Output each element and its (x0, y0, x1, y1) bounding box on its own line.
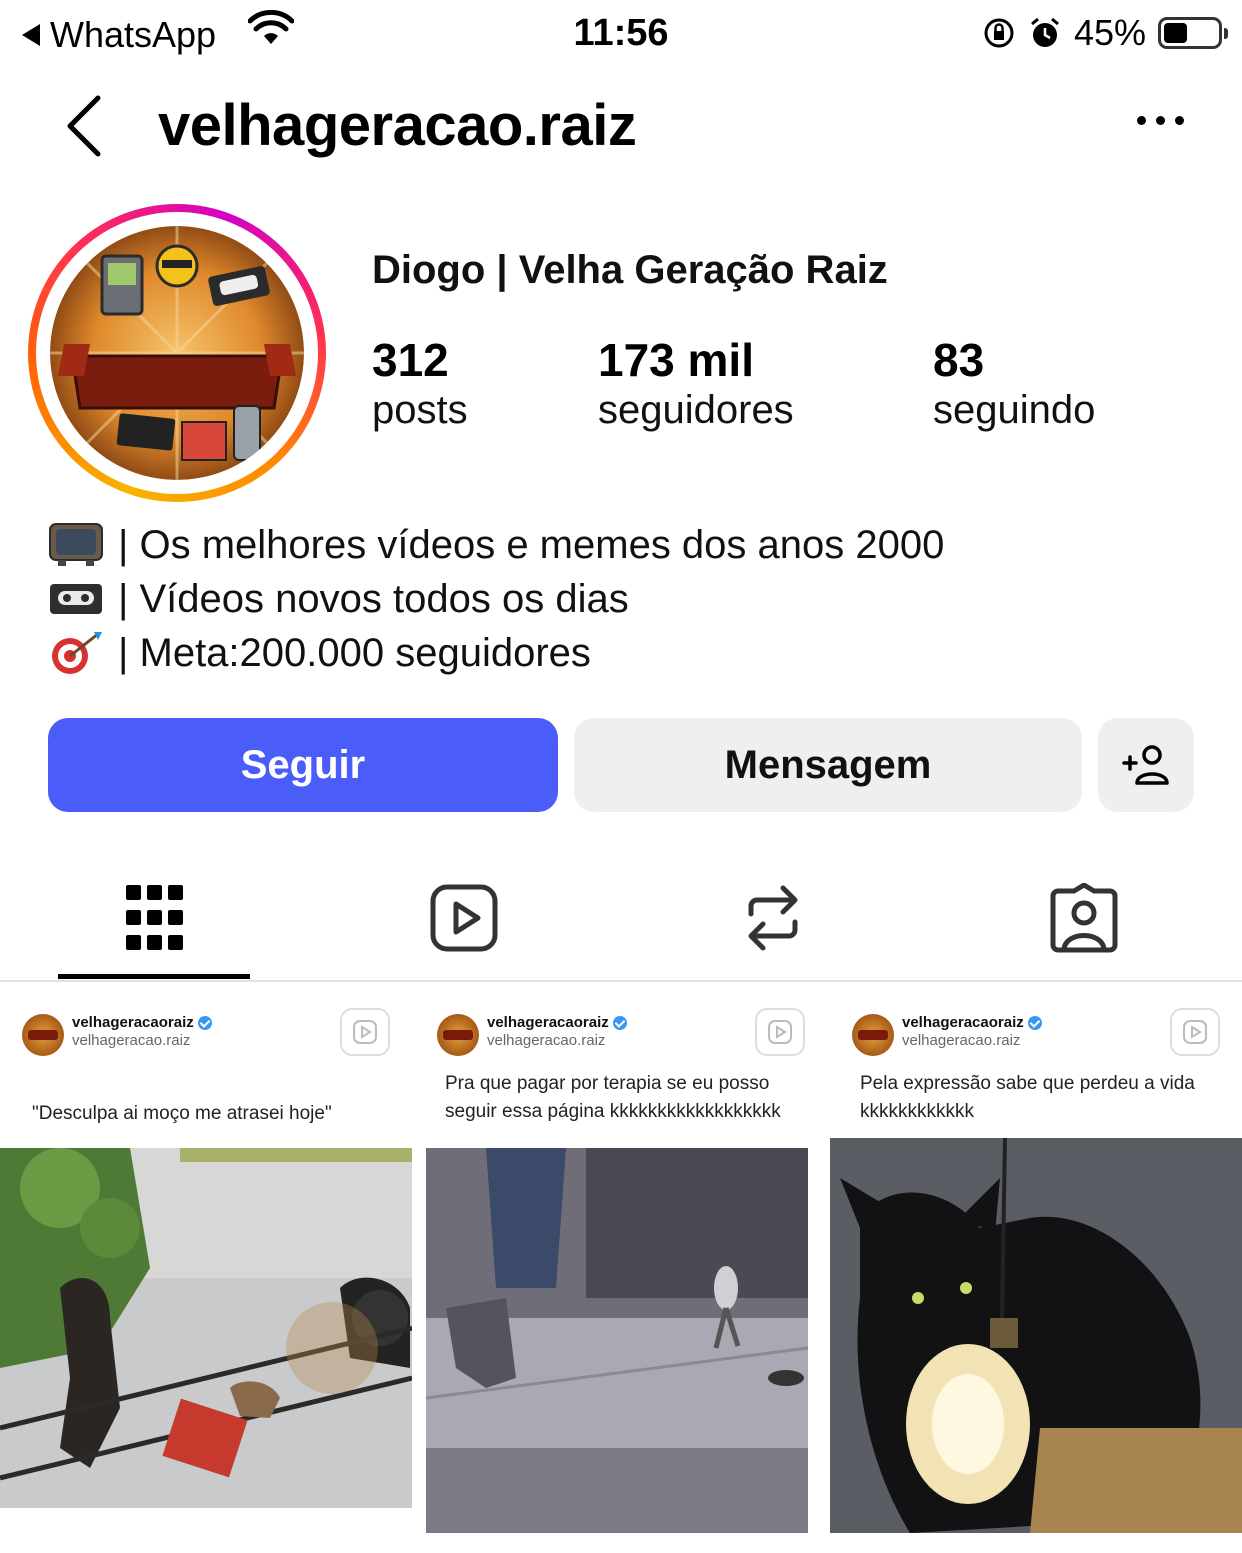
dot-icon (1156, 116, 1165, 125)
post-thumbnail (830, 1138, 1242, 1533)
dot-icon (1137, 116, 1146, 125)
bio-line: | Os melhores vídeos e memes dos anos 20… (48, 518, 944, 572)
post-caption: Pra que pagar por terapia se eu posso se… (445, 1073, 781, 1122)
battery-percent: 45% (1073, 12, 1146, 53)
reel-play-icon (340, 1008, 390, 1056)
post-handle: velhageracao.raiz (72, 1032, 191, 1049)
post-avatar (437, 1014, 479, 1056)
stat-following[interactable]: 83 seguindo (933, 334, 1095, 434)
stat-posts[interactable]: 312 posts (372, 334, 468, 434)
post-header: velhageracaoraiz velhageracao.raiz (22, 1014, 212, 1056)
post-avatar (852, 1014, 894, 1056)
reposts-icon (748, 885, 798, 951)
post-header: velhageracaoraiz velhageracao.raiz (437, 1014, 627, 1056)
tab-reels[interactable] (424, 878, 504, 958)
target-icon (52, 632, 102, 674)
bio-line: | Meta:200.000 seguidores (48, 626, 944, 680)
message-button[interactable]: Mensagem (574, 718, 1082, 812)
tab-reposts[interactable] (733, 878, 813, 958)
battery-icon (1158, 17, 1228, 49)
reel-play-icon (755, 1008, 805, 1056)
active-tab-indicator (58, 974, 250, 979)
add-person-icon (1122, 745, 1169, 785)
stat-label: seguidores (598, 388, 794, 432)
verified-badge-icon (1027, 1016, 1042, 1030)
avatar (50, 226, 304, 480)
post-caption: "Desculpa ai moço me atrasei hoje" (32, 1103, 332, 1124)
verified-badge-icon (197, 1016, 212, 1030)
post-caption: Pela expressão sabe que perdeu a vida kk… (860, 1073, 1195, 1122)
dot-icon (1175, 116, 1184, 125)
stat-value: 83 (933, 334, 985, 386)
videocassette-icon (50, 584, 102, 614)
stat-value: 173 mil (598, 334, 754, 386)
tab-grid[interactable] (115, 878, 195, 958)
stat-followers[interactable]: 173 mil seguidores (598, 334, 794, 434)
bio-text: | Os melhores vídeos e memes dos anos 20… (118, 523, 945, 567)
back-to-app[interactable]: WhatsApp (22, 14, 216, 56)
status-bar: WhatsApp 11:56 45% (0, 0, 1242, 66)
grid-icon (126, 885, 183, 950)
stat-value: 312 (372, 334, 449, 386)
post-thumbnail (0, 1148, 412, 1508)
post-username: velhageracaoraiz (902, 1014, 1024, 1031)
back-chevron-icon[interactable] (58, 94, 114, 158)
grid-post[interactable]: velhageracaoraiz velhageracao.raiz Pela … (830, 984, 1242, 1553)
back-triangle-icon (22, 24, 40, 46)
post-grid: velhageracaoraiz velhageracao.raiz "Desc… (0, 984, 1242, 1553)
bio-text: | Vídeos novos todos os dias (118, 577, 629, 621)
more-options-button[interactable] (1137, 116, 1184, 125)
profile-username: velhageracao.raiz (158, 93, 637, 158)
tv-icon (49, 523, 103, 566)
grid-post[interactable]: velhageracaoraiz velhageracao.raiz "Desc… (0, 984, 412, 1553)
back-app-label: WhatsApp (50, 14, 217, 55)
alarm-icon (1030, 17, 1059, 47)
grid-post[interactable]: velhageracaoraiz velhageracao.raiz Pra q… (415, 984, 827, 1553)
wifi-icon (248, 10, 294, 44)
story-ring[interactable] (28, 204, 326, 502)
suggested-users-button[interactable] (1098, 718, 1194, 812)
reel-play-icon (1170, 1008, 1220, 1056)
post-header: velhageracaoraiz velhageracao.raiz (852, 1014, 1042, 1056)
profile-header: velhageracao.raiz (0, 80, 1242, 176)
stat-label: seguindo (933, 388, 1096, 432)
post-handle: velhageracao.raiz (487, 1032, 606, 1049)
verified-badge-icon (612, 1016, 627, 1030)
stat-label: posts (372, 388, 468, 432)
post-handle: velhageracao.raiz (902, 1032, 1021, 1049)
bio-text: | Meta:200.000 seguidores (118, 631, 591, 675)
reels-icon (430, 884, 498, 952)
tab-tagged[interactable] (1044, 878, 1124, 958)
profile-tabs (0, 860, 1242, 982)
post-avatar (22, 1014, 64, 1056)
display-name: Diogo | Velha Geração Raiz (372, 248, 888, 292)
bio: | Os melhores vídeos e memes dos anos 20… (48, 518, 944, 680)
post-username: velhageracaoraiz (487, 1014, 609, 1031)
follow-button[interactable]: Seguir (48, 718, 558, 812)
bio-line: | Vídeos novos todos os dias (48, 572, 944, 626)
post-thumbnail (426, 1148, 808, 1533)
orientation-lock-icon (984, 18, 1014, 48)
tagged-icon (1050, 883, 1118, 953)
post-username: velhageracaoraiz (72, 1014, 194, 1031)
